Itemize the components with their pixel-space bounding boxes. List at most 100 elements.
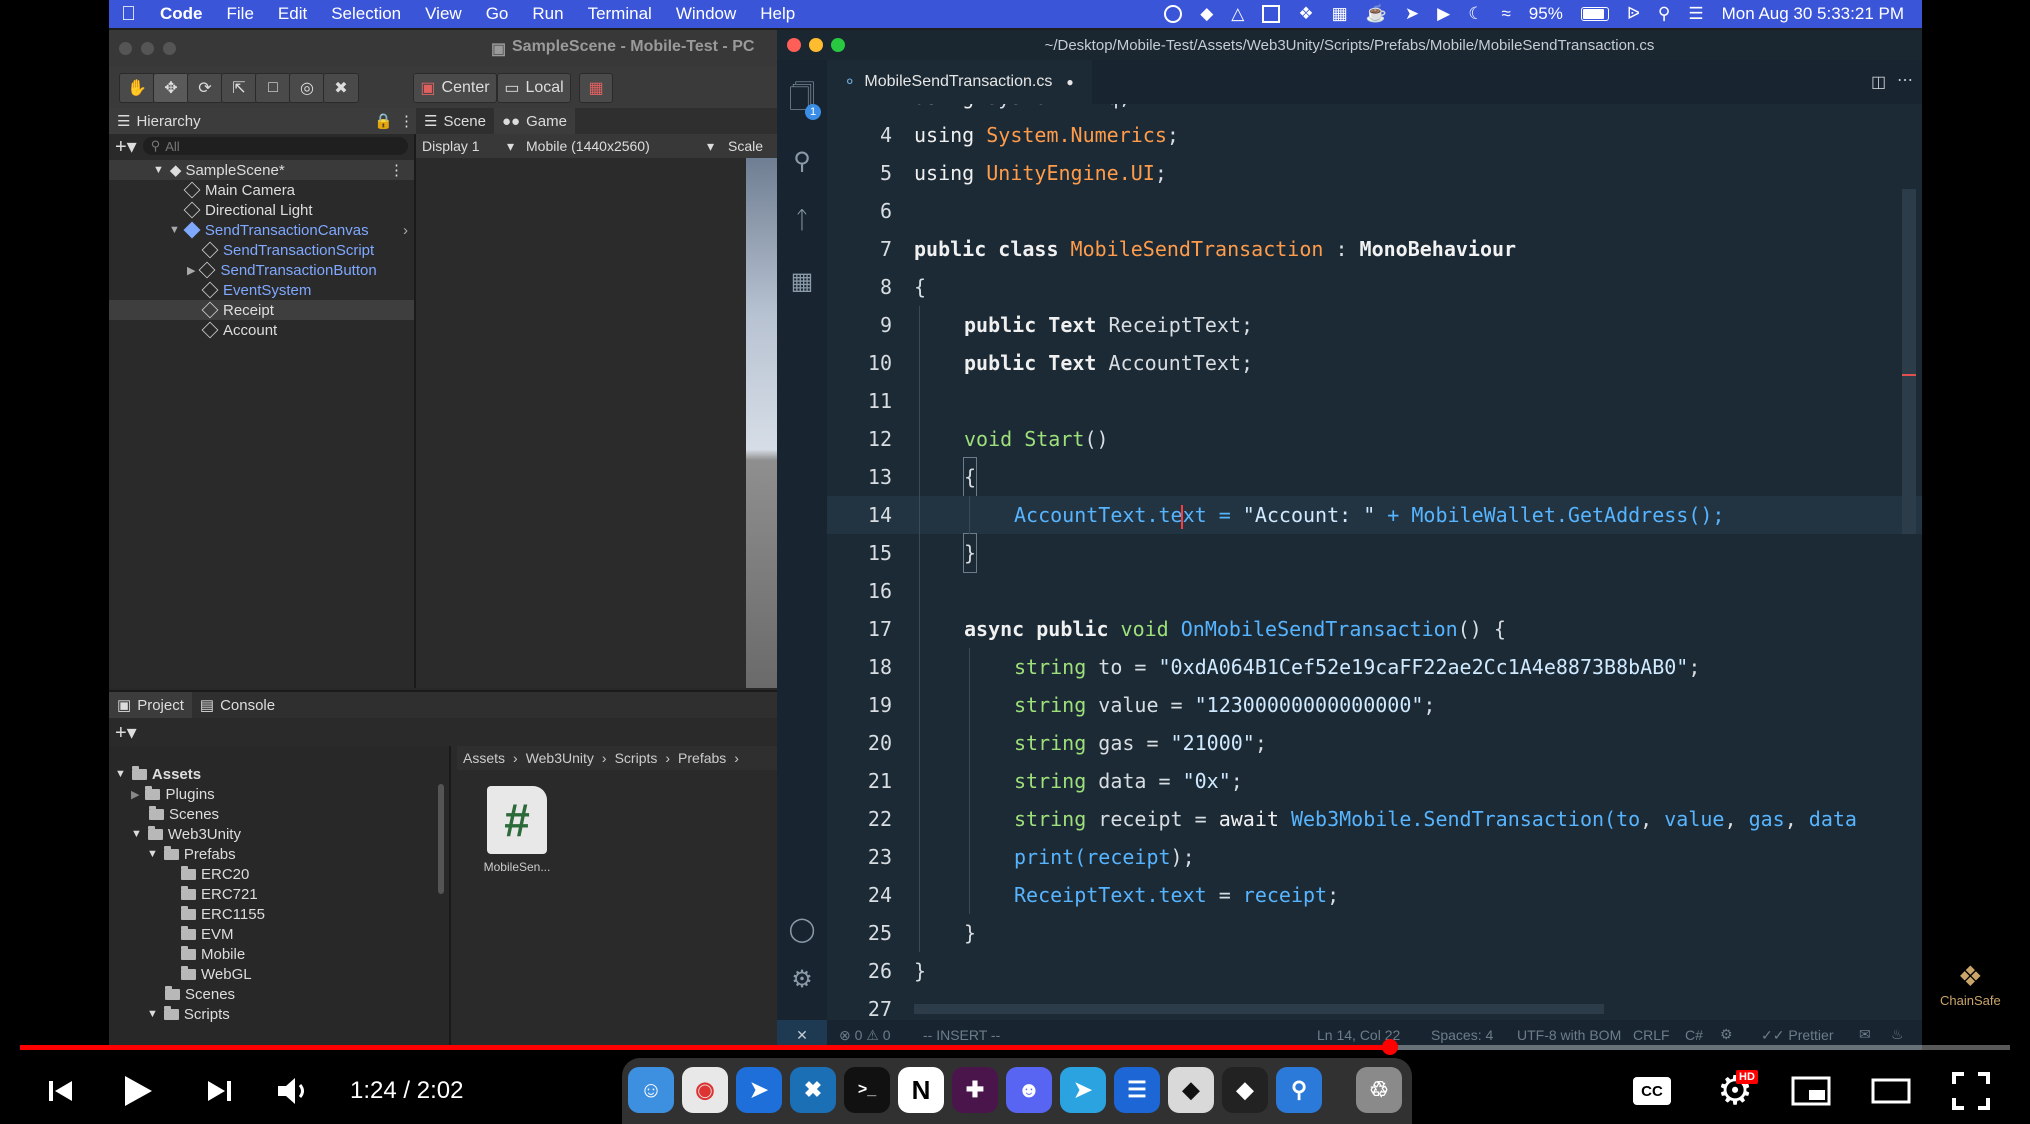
extensions-icon[interactable]: ▦ <box>777 256 827 306</box>
unity-zoom-button[interactable] <box>163 42 176 55</box>
lock-icon[interactable]: 🔒 <box>374 112 393 130</box>
moon-icon[interactable]: ☾ <box>1468 4 1483 24</box>
move-tool-button[interactable]: ✥ <box>153 73 189 103</box>
pivot-center-button[interactable]: ▣ Center <box>413 73 497 103</box>
search-icon[interactable]: ⚲ <box>777 136 827 186</box>
encoding[interactable]: UTF-8 with BOM <box>1517 1027 1621 1043</box>
omnisharp-icon[interactable]: ⚙ <box>1720 1026 1733 1043</box>
navigation-icon[interactable]: ➤ <box>1405 4 1419 24</box>
settings-button[interactable]: ⚙ HD <box>1710 1058 1760 1124</box>
resolution-dropdown[interactable]: Mobile (1440x2560) ▾ <box>520 138 720 155</box>
split-editor-icon[interactable]: ◫ <box>1871 72 1886 92</box>
apple-icon[interactable]:  <box>109 0 148 28</box>
dock-discord-icon[interactable]: ☻ <box>1006 1067 1052 1113</box>
hierarchy-item-sendtransactioncanvas[interactable]: ▼ SendTransactionCanvas › <box>109 220 414 240</box>
pivot-local-button[interactable]: ▭ Local <box>497 73 571 103</box>
hierarchy-item-receipt[interactable]: Receipt <box>109 300 414 320</box>
menu-file[interactable]: File <box>215 0 266 28</box>
cup-icon[interactable]: ☕ <box>1366 4 1387 24</box>
breadcrumb-item[interactable]: Assets <box>463 750 505 766</box>
dock-navigation-app-icon[interactable]: ➤ <box>736 1067 782 1113</box>
tab-mobilesendtransaction[interactable]: ⚬ MobileSendTransaction.cs ● <box>827 60 1092 104</box>
wifi-icon[interactable]: ≈ <box>1501 4 1510 24</box>
next-button[interactable] <box>200 1058 240 1124</box>
horizontal-scrollbar[interactable] <box>914 1004 1604 1014</box>
dock-telegram-icon[interactable]: ➤ <box>1060 1067 1106 1113</box>
progress-scrubber[interactable] <box>1382 1039 1399 1055</box>
control-center-icon[interactable]: ☰ <box>1688 4 1703 24</box>
hand-tool-button[interactable]: ✋ <box>119 73 155 103</box>
breadcrumb-item[interactable]: Scripts <box>615 750 658 766</box>
menu-go[interactable]: Go <box>474 0 521 28</box>
menu-code[interactable]: Code <box>148 0 215 28</box>
problems-indicator[interactable]: ⊗ 0 ⚠ 0 <box>839 1027 891 1044</box>
dock-unity-hub-icon[interactable]: ◆ <box>1168 1067 1214 1113</box>
menu-window[interactable]: Window <box>664 0 748 28</box>
tree-plugins[interactable]: ▶ Plugins <box>131 784 215 804</box>
explorer-icon[interactable]: 🗍 1 <box>777 76 827 126</box>
tab-console[interactable]: ▤ Console <box>192 692 283 718</box>
battery-icon[interactable] <box>1580 7 1609 21</box>
tree-web3unity[interactable]: ▼ Web3Unity <box>131 824 241 844</box>
tree-prefabs[interactable]: ▼ Prefabs <box>147 844 236 864</box>
menu-terminal[interactable]: Terminal <box>576 0 664 28</box>
zoom-button[interactable] <box>831 38 845 52</box>
prism-icon[interactable]: △ <box>1231 4 1244 24</box>
tree-mobile[interactable]: Mobile <box>181 944 245 964</box>
breadcrumb-item[interactable]: Prefabs <box>678 750 726 766</box>
tree-scripts[interactable]: ▼ Scripts <box>147 1004 230 1024</box>
tree-erc20[interactable]: ERC20 <box>181 864 249 884</box>
unity-minimize-button[interactable] <box>141 42 154 55</box>
hierarchy-item-main-camera[interactable]: Main Camera <box>109 180 414 200</box>
dock-terminal-icon[interactable]: >_ <box>844 1067 890 1113</box>
tab-project[interactable]: ▣ Project <box>109 692 192 718</box>
chevron-right-icon[interactable]: › <box>403 222 408 239</box>
account-icon[interactable]: ◯ <box>777 904 827 954</box>
prettier-indicator[interactable]: ✓✓ Prettier <box>1761 1027 1833 1044</box>
more-actions-icon[interactable]: ⋯ <box>1897 70 1913 90</box>
dock-finder-icon[interactable]: ☺ <box>628 1067 674 1113</box>
window-icon[interactable] <box>1262 5 1281 23</box>
tree-assets[interactable]: ▼ Assets <box>115 764 201 784</box>
feedback-icon[interactable]: ✉ <box>1859 1026 1871 1043</box>
captions-button[interactable]: CC <box>1630 1058 1674 1124</box>
notifications-bell-icon[interactable]: ♨ <box>1891 1026 1904 1043</box>
menu-edit[interactable]: Edit <box>266 0 319 28</box>
close-button[interactable] <box>787 38 801 52</box>
asset-item[interactable]: # MobileSen... <box>477 786 557 874</box>
tab-scene[interactable]: ☰ Scene <box>416 108 494 134</box>
hierarchy-item-directional-light[interactable]: Directional Light <box>109 200 414 220</box>
tree-scenes[interactable]: Scenes <box>149 804 219 824</box>
unity-menubar-icon[interactable]: ◆ <box>1200 4 1213 24</box>
menu-help[interactable]: Help <box>748 0 807 28</box>
game-viewport[interactable] <box>746 158 777 688</box>
tree-erc1155[interactable]: ERC1155 <box>181 904 265 924</box>
tab-game[interactable]: ●● Game <box>494 108 575 134</box>
fullscreen-button[interactable] <box>1946 1058 1996 1124</box>
code-editor[interactable]: using System.Linq; 4using System.Numeric… <box>827 104 1922 1020</box>
tree-evm[interactable]: EVM <box>181 924 234 944</box>
hierarchy-item-sendtransactionbutton[interactable]: ▶ SendTransactionButton <box>109 260 414 280</box>
unity-close-button[interactable] <box>119 42 132 55</box>
previous-button[interactable] <box>40 1058 80 1124</box>
dock-notion-icon[interactable]: N <box>898 1067 944 1113</box>
source-control-icon[interactable]: ᛏ <box>777 196 827 246</box>
scale-tool-button[interactable]: ⇱ <box>221 73 257 103</box>
dock-unity-icon[interactable]: ◆ <box>1222 1067 1268 1113</box>
volume-button[interactable] <box>274 1058 314 1124</box>
scene-menu-icon[interactable]: ⋮ <box>389 161 404 179</box>
menu-selection[interactable]: Selection <box>319 0 413 28</box>
editor-scrollbar[interactable] <box>1902 189 1916 534</box>
grid-icon[interactable]: ▦ <box>1332 4 1348 24</box>
grid-snap-button[interactable]: ▦ <box>579 73 613 103</box>
transform-tool-button[interactable]: ◎ <box>289 73 325 103</box>
settings-gear-icon[interactable]: ⚙ <box>777 954 827 1004</box>
spotlight-search-icon[interactable]: ⚲ <box>1658 4 1670 24</box>
dock-preview-icon[interactable]: ⚲ <box>1276 1067 1322 1113</box>
hierarchy-tab[interactable]: ☰ Hierarchy 🔒 ⋮ <box>109 108 422 134</box>
language-mode[interactable]: C# <box>1685 1027 1703 1043</box>
hierarchy-item-account[interactable]: Account <box>109 320 414 340</box>
menu-run[interactable]: Run <box>520 0 575 28</box>
record-icon[interactable] <box>1164 5 1183 23</box>
tree-scrollbar[interactable] <box>435 754 445 1044</box>
